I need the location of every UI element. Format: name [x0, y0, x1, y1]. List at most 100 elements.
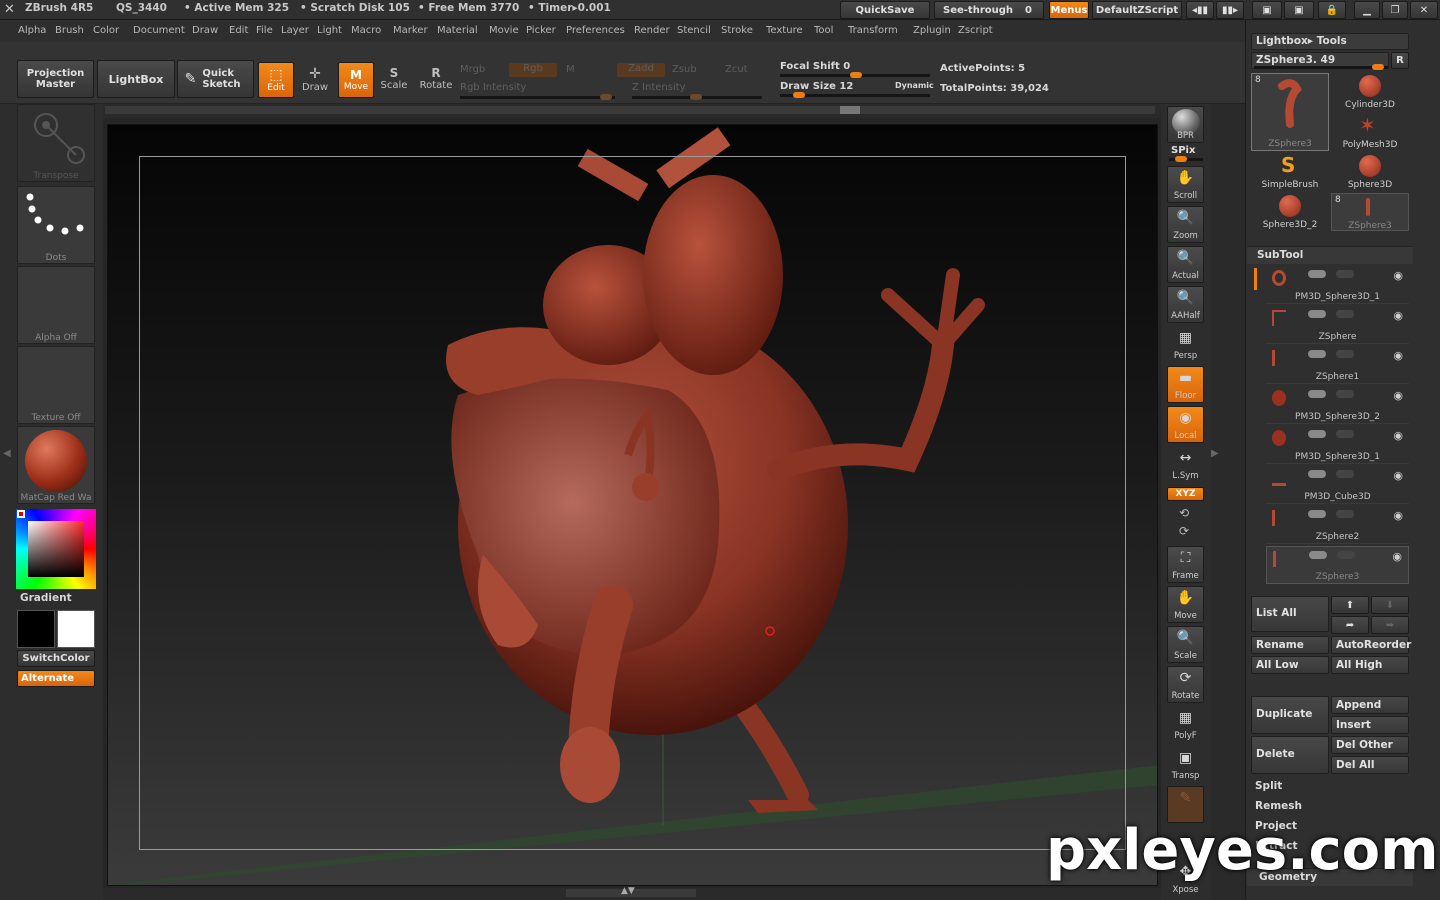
toggle-icon[interactable] — [1308, 310, 1326, 318]
subtool-scroll-indicator[interactable] — [1254, 268, 1257, 290]
current-tool-track[interactable] — [1254, 64, 1388, 70]
palette-right-icon[interactable]: ▮▮▸ — [1216, 1, 1244, 19]
actual-button[interactable]: 🔍 Actual — [1167, 246, 1204, 283]
menu-macro[interactable]: Macro — [351, 25, 381, 36]
toggle-icon[interactable] — [1308, 510, 1326, 518]
default-zscript-button[interactable]: DefaultZScript — [1092, 1, 1182, 19]
window-layout-icon[interactable]: ▣ — [1252, 1, 1282, 19]
left-tray-toggle-icon[interactable]: ◀ — [3, 448, 11, 459]
menu-movie[interactable]: Movie — [489, 25, 519, 36]
aahalf-button[interactable]: 🔍 AAHalf — [1167, 286, 1204, 323]
rgb-button[interactable]: Rgb — [509, 63, 557, 77]
subtool-row[interactable]: ◉ PM3D_Sphere3D_1 — [1266, 266, 1409, 304]
scroll-button[interactable]: ✋ Scroll — [1167, 166, 1204, 203]
autoreorder-button[interactable]: AutoReorder — [1331, 636, 1411, 654]
draw-button[interactable]: ✛ Draw — [298, 66, 332, 93]
focal-shift-track[interactable] — [780, 72, 930, 78]
split-button[interactable]: Split — [1255, 780, 1282, 792]
z-intensity-slider[interactable]: Z Intensity — [632, 82, 686, 93]
right-tray-toggle-icon[interactable]: ▶ — [1211, 448, 1219, 459]
local-button[interactable]: ◉ Local — [1167, 406, 1204, 443]
menu-texture[interactable]: Texture — [766, 25, 803, 36]
saturation-square[interactable] — [28, 521, 84, 577]
menu-stencil[interactable]: Stencil — [677, 25, 711, 36]
m-button[interactable]: M — [566, 64, 575, 75]
move-left-arrow-icon[interactable]: ➥ — [1371, 616, 1409, 634]
scale-button[interactable]: S Scale — [378, 66, 410, 91]
tool-sphere3d-2[interactable]: Sphere3D_2 — [1251, 193, 1329, 231]
texture-button[interactable]: Texture Off — [17, 346, 95, 424]
eye-icon[interactable]: ◉ — [1393, 509, 1403, 522]
menu-light[interactable]: Light — [317, 25, 342, 36]
move-view-button[interactable]: ✋ Move — [1167, 586, 1204, 623]
spix-track[interactable] — [1169, 156, 1203, 162]
all-high-button[interactable]: All High — [1331, 656, 1409, 674]
projection-master-button[interactable]: Projection Master — [17, 60, 94, 98]
toggle-icon[interactable] — [1308, 470, 1326, 478]
quicksave-button[interactable]: QuickSave — [840, 1, 930, 19]
menu-marker[interactable]: Marker — [393, 25, 428, 36]
bpr-button[interactable]: BPR — [1167, 106, 1204, 143]
r-button[interactable]: R — [1391, 52, 1409, 69]
menu-render[interactable]: Render — [634, 25, 670, 36]
menu-picker[interactable]: Picker — [526, 25, 556, 36]
maximize-icon[interactable]: ❐ — [1382, 1, 1408, 19]
draw-size-slider[interactable]: Draw Size 12 — [780, 81, 853, 92]
subtool-row[interactable]: ◉ ZSphere1 — [1266, 346, 1409, 384]
lsym-button[interactable]: ↔ L.Sym — [1167, 446, 1204, 483]
polyf-button[interactable]: ▦ PolyF — [1167, 706, 1204, 743]
material-button[interactable]: MatCap Red Wa — [17, 426, 95, 504]
menu-document[interactable]: Document — [133, 25, 185, 36]
duplicate-button[interactable]: Duplicate — [1251, 696, 1329, 734]
zadd-button[interactable]: Zadd — [617, 63, 665, 77]
toggle-icon[interactable] — [1309, 551, 1327, 559]
all-low-button[interactable]: All Low — [1251, 656, 1329, 674]
subtool-row[interactable]: ◉ PM3D_Sphere3D_2 — [1266, 386, 1409, 424]
tool-cylinder3d[interactable]: Cylinder3D — [1331, 73, 1409, 111]
tool-zsphere3-alt[interactable]: 8 ZSphere3 — [1331, 193, 1409, 231]
menu-preferences[interactable]: Preferences — [566, 25, 625, 36]
window-layout2-icon[interactable]: ▣ — [1284, 1, 1314, 19]
transp-button[interactable]: ▣ Transp — [1167, 746, 1204, 783]
list-all-button[interactable]: List All — [1251, 596, 1329, 632]
menu-file[interactable]: File — [256, 25, 273, 36]
zcut-button[interactable]: Zcut — [725, 64, 748, 75]
transpose-button[interactable]: Transpose — [17, 104, 95, 182]
secondary-color-swatch[interactable] — [17, 610, 55, 648]
canvas-top-scrollbar[interactable] — [105, 106, 1155, 114]
alternate-button[interactable]: Alternate — [17, 670, 95, 687]
rgb-intensity-slider[interactable]: Rgb Intensity — [460, 82, 526, 93]
persp-button[interactable]: ▦ Persp — [1167, 326, 1204, 363]
palette-left-icon[interactable]: ◂▮▮ — [1186, 1, 1214, 19]
quick-sketch-button[interactable]: ✎ Quick Sketch — [177, 60, 254, 98]
scroll-arrows-icon[interactable]: ▲▼ — [621, 886, 635, 896]
alpha-button[interactable]: Alpha Off — [17, 266, 95, 344]
toggle-icon[interactable] — [1336, 310, 1354, 318]
lightbox-button[interactable]: LightBox — [97, 60, 175, 98]
menu-draw[interactable]: Draw — [192, 25, 218, 36]
tool-sphere3d[interactable]: Sphere3D — [1331, 153, 1409, 191]
minimize-icon[interactable]: ▁ — [1354, 1, 1380, 19]
toggle-icon[interactable] — [1337, 551, 1355, 559]
del-other-button[interactable]: Del Other — [1331, 736, 1409, 754]
remesh-button[interactable]: Remesh — [1255, 800, 1302, 812]
zsub-button[interactable]: Zsub — [672, 64, 697, 75]
delete-button[interactable]: Delete — [1251, 736, 1329, 774]
rotate-y-icon[interactable]: ⟲ — [1179, 506, 1189, 520]
subtool-row[interactable]: ◉ ZSphere — [1266, 306, 1409, 344]
see-through-slider[interactable]: See-through 0 — [934, 1, 1044, 19]
tool-thumb-zsphere3[interactable]: 8 ZSphere3 — [1251, 73, 1329, 151]
draw-size-track[interactable] — [780, 92, 930, 98]
edit-button[interactable]: ⬚ Edit — [258, 62, 294, 98]
stroke-dots-button[interactable]: Dots — [17, 186, 95, 264]
toggle-icon[interactable] — [1308, 430, 1326, 438]
menu-layer[interactable]: Layer — [281, 25, 309, 36]
menu-color[interactable]: Color — [93, 25, 119, 36]
eye-icon[interactable]: ◉ — [1393, 269, 1403, 282]
xyz-button[interactable]: XYZ — [1167, 487, 1204, 501]
subtool-row[interactable]: ◉ PM3D_Sphere3D_1 — [1266, 426, 1409, 464]
subtool-header[interactable]: SubTool — [1247, 246, 1413, 264]
toggle-icon[interactable] — [1336, 430, 1354, 438]
scale-view-button[interactable]: 🔍 Scale — [1167, 626, 1204, 663]
menu-stroke[interactable]: Stroke — [721, 25, 753, 36]
